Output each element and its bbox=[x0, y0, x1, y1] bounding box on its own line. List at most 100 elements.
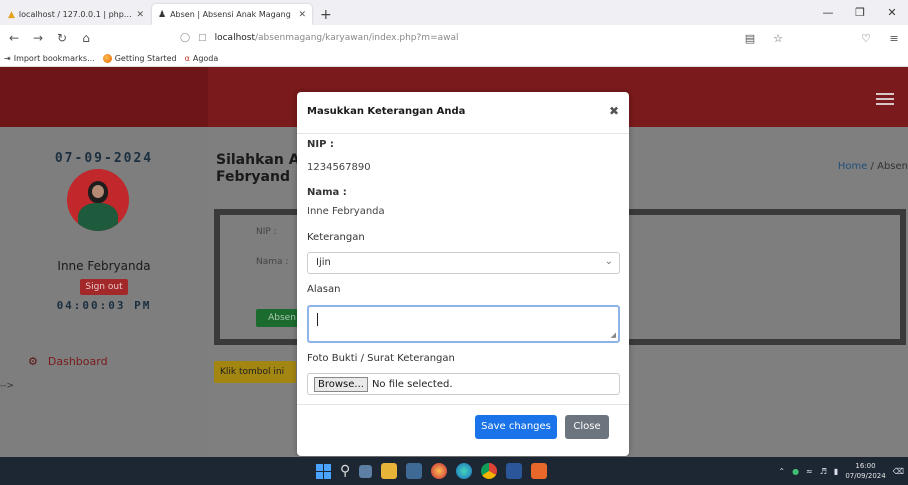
sidebar-user-name: Inne Febryanda bbox=[57, 259, 151, 273]
close-icon[interactable]: ✕ bbox=[298, 10, 306, 20]
import-icon: ⇥ bbox=[4, 54, 11, 63]
nama-value: Inne Febryanda bbox=[307, 206, 385, 217]
foto-file-input[interactable]: Browse... No file selected. bbox=[307, 373, 620, 395]
url-bar[interactable]: ◯ □ localhost/absenmagang/karyawan/index… bbox=[180, 28, 780, 48]
breadcrumb-separator: / bbox=[870, 161, 874, 172]
sidebar-date: 07-09-2024 bbox=[54, 151, 154, 166]
close-icon[interactable]: ✕ bbox=[136, 10, 144, 20]
breadcrumb: Home / Absen bbox=[838, 161, 908, 172]
system-tray: ⌃ ● ≈ ♬ ▮ 16:00 07/09/2024 ⌫ bbox=[778, 457, 904, 485]
word-icon[interactable] bbox=[506, 463, 523, 479]
minimize-icon[interactable]: — bbox=[812, 6, 844, 19]
foto-label: Foto Bukti / Surat Keterangan bbox=[307, 353, 455, 364]
chevron-down-icon: ⌄ bbox=[604, 256, 613, 267]
taskbar-clock[interactable]: 16:00 07/09/2024 bbox=[845, 461, 885, 481]
bookmark-star-icon[interactable]: ☆ bbox=[764, 32, 792, 45]
bookmark-agoda[interactable]: α Agoda bbox=[185, 54, 219, 63]
browser-nav-bar: ← → ↻ ⌂ ◯ □ localhost/absenmagang/karyaw… bbox=[0, 25, 908, 51]
browser-tab-phpmyadmin[interactable]: ▲ localhost / 127.0.0.1 | phpMyAdmin ✕ bbox=[2, 4, 150, 25]
taskbar-time: 16:00 bbox=[855, 462, 876, 470]
file-explorer-icon[interactable] bbox=[381, 463, 398, 479]
reader-view-icon[interactable]: ▤ bbox=[736, 32, 764, 45]
url-path: /absenmagang/karyawan/index.php?m=awal bbox=[255, 33, 459, 43]
windows-start-icon[interactable] bbox=[316, 463, 331, 479]
breadcrumb-home[interactable]: Home bbox=[838, 161, 868, 172]
agoda-icon: α bbox=[184, 54, 190, 63]
widgets-icon[interactable] bbox=[359, 464, 373, 478]
taskbar-apps: ⚲ bbox=[316, 457, 548, 485]
nama-label: Nama : bbox=[307, 187, 347, 198]
save-changes-button[interactable]: Save changes bbox=[475, 415, 557, 439]
card-nip-label: NIP : bbox=[256, 227, 277, 237]
bookmark-import[interactable]: ⇥ Import bookmarks... bbox=[4, 54, 95, 63]
firefox-taskbar-icon[interactable] bbox=[431, 463, 448, 479]
user-icon: ♟ bbox=[158, 9, 167, 20]
wifi-icon[interactable]: ≈ bbox=[806, 467, 813, 476]
modal-header: Masukkan Keterangan Anda ✖ bbox=[297, 92, 629, 134]
extensions-icon[interactable]: ≡ bbox=[880, 32, 908, 45]
browse-button[interactable]: Browse... bbox=[314, 376, 368, 392]
phpmyadmin-icon: ▲ bbox=[8, 9, 15, 20]
bookmark-label: Agoda bbox=[192, 54, 219, 63]
breadcrumb-current: Absen bbox=[877, 161, 908, 172]
shield-icon: ◯ bbox=[180, 33, 191, 43]
close-window-icon[interactable]: ✕ bbox=[876, 6, 908, 19]
new-tab-button[interactable]: + bbox=[312, 4, 340, 25]
modal-footer: Save changes Close bbox=[297, 404, 629, 456]
forward-icon[interactable]: → bbox=[32, 31, 44, 45]
window-controls: — ❐ ✕ bbox=[812, 0, 908, 25]
back-icon[interactable]: ← bbox=[8, 31, 20, 45]
taskbar-date: 07/09/2024 bbox=[845, 472, 886, 480]
camera-icon[interactable] bbox=[406, 463, 423, 479]
dashboard-icon: ⚙ bbox=[28, 355, 38, 368]
card-nama-label: Nama : bbox=[256, 257, 289, 267]
info-alert: Klik tombol ini bbox=[214, 361, 296, 383]
notification-icon[interactable]: ⌫ bbox=[893, 467, 904, 476]
alasan-label: Alasan bbox=[307, 284, 341, 295]
volume-icon[interactable]: ♬ bbox=[820, 467, 827, 476]
modal-title: Masukkan Keterangan Anda bbox=[307, 106, 466, 117]
pocket-icon[interactable]: ♡ bbox=[852, 32, 880, 45]
taskbar: ⚲ ⌃ ● ≈ ♬ ▮ 16:00 07/09/2024 ⌫ bbox=[0, 457, 908, 485]
nav-right-icons: ▤ ☆ ♡ ≡ bbox=[736, 25, 908, 51]
nip-label: NIP : bbox=[307, 139, 334, 150]
bookmark-label: Getting Started bbox=[114, 54, 177, 63]
firefox-icon bbox=[102, 54, 112, 63]
greeting-line: Silahkan A bbox=[216, 152, 298, 168]
browser-tab-absen[interactable]: ♟ Absen | Absensi Anak Magang ✕ bbox=[152, 4, 312, 25]
reload-icon[interactable]: ↻ bbox=[56, 31, 68, 45]
avatar bbox=[67, 169, 129, 231]
close-icon[interactable]: ✖ bbox=[609, 104, 619, 118]
sign-out-button[interactable]: Sign out bbox=[80, 279, 128, 295]
sidebar-clock: 04:00:03 PM bbox=[56, 299, 152, 312]
battery-icon[interactable]: ▮ bbox=[834, 467, 838, 476]
close-button[interactable]: Close bbox=[565, 415, 609, 439]
nip-value: 1234567890 bbox=[307, 162, 371, 173]
bookmark-getting-started[interactable]: Getting Started bbox=[102, 54, 177, 63]
search-icon[interactable]: ⚲ bbox=[340, 463, 350, 479]
resize-grip-icon[interactable]: ◢ bbox=[611, 331, 616, 339]
hamburger-menu-icon[interactable] bbox=[876, 93, 894, 105]
bookmarks-bar: ⇥ Import bookmarks... Getting Started α … bbox=[0, 51, 908, 67]
chrome-icon[interactable] bbox=[481, 463, 498, 479]
chevron-up-icon[interactable]: ⌃ bbox=[778, 467, 785, 476]
bookmark-label: Import bookmarks... bbox=[13, 54, 95, 63]
browser-tab-bar: ▲ localhost / 127.0.0.1 | phpMyAdmin ✕ ♟… bbox=[0, 0, 908, 25]
keterangan-select[interactable]: Ijin ⌄ bbox=[307, 252, 620, 274]
keterangan-selected: Ijin bbox=[316, 257, 331, 268]
home-icon[interactable]: ⌂ bbox=[80, 31, 92, 45]
file-status: No file selected. bbox=[371, 378, 453, 390]
tab-title: Absen | Absensi Anak Magang bbox=[170, 10, 291, 19]
network-status-icon[interactable]: ● bbox=[792, 467, 799, 476]
sidebar-arrow-text: --> bbox=[0, 381, 15, 391]
keterangan-label: Keterangan bbox=[307, 232, 365, 243]
greeting-title: Silahkan A Febryand bbox=[216, 152, 298, 188]
text-caret bbox=[317, 313, 318, 326]
greeting-line: Febryand bbox=[216, 169, 290, 185]
page-icon: □ bbox=[198, 33, 207, 43]
restore-icon[interactable]: ❐ bbox=[844, 6, 876, 19]
alasan-textarea[interactable]: ◢ bbox=[307, 305, 620, 343]
edge-icon[interactable] bbox=[456, 463, 473, 479]
sidebar-item-dashboard[interactable]: ⚙ Dashboard bbox=[28, 355, 108, 368]
xampp-icon[interactable] bbox=[531, 463, 548, 479]
